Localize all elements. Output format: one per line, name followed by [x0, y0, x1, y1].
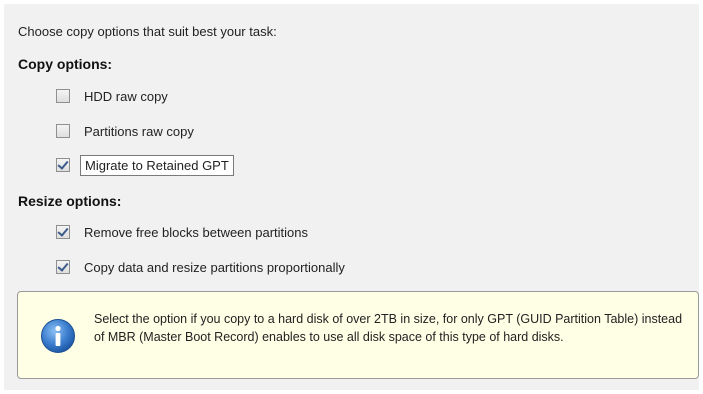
- resize-proportionally-option[interactable]: Copy data and resize partitions proporti…: [56, 257, 349, 277]
- partitions-raw-copy-option[interactable]: Partitions raw copy: [56, 121, 198, 141]
- copy-options-title: Copy options:: [18, 56, 113, 72]
- partitions-raw-copy-checkbox[interactable]: [56, 124, 70, 138]
- hdd-raw-copy-checkbox[interactable]: [56, 89, 70, 103]
- copy-options-panel: Choose copy options that suit best your …: [4, 4, 699, 390]
- info-text: Select the option if you copy to a hard …: [94, 312, 683, 344]
- hdd-raw-copy-option[interactable]: HDD raw copy: [56, 86, 172, 106]
- migrate-retained-gpt-option[interactable]: Migrate to Retained GPT: [56, 154, 234, 176]
- info-icon: [41, 319, 75, 353]
- resize-options-title: Resize options:: [18, 193, 122, 209]
- partitions-raw-copy-label[interactable]: Partitions raw copy: [80, 123, 198, 140]
- migrate-retained-gpt-label[interactable]: Migrate to Retained GPT: [80, 154, 234, 176]
- remove-free-blocks-label[interactable]: Remove free blocks between partitions: [80, 224, 312, 241]
- intro-text: Choose copy options that suit best your …: [18, 24, 277, 39]
- remove-free-blocks-option[interactable]: Remove free blocks between partitions: [56, 222, 312, 242]
- remove-free-blocks-checkbox[interactable]: [56, 225, 70, 239]
- info-box: Select the option if you copy to a hard …: [17, 291, 699, 379]
- resize-proportionally-label[interactable]: Copy data and resize partitions proporti…: [80, 259, 349, 276]
- migrate-retained-gpt-checkbox[interactable]: [56, 158, 70, 172]
- hdd-raw-copy-label[interactable]: HDD raw copy: [80, 88, 172, 105]
- resize-proportionally-checkbox[interactable]: [56, 260, 70, 274]
